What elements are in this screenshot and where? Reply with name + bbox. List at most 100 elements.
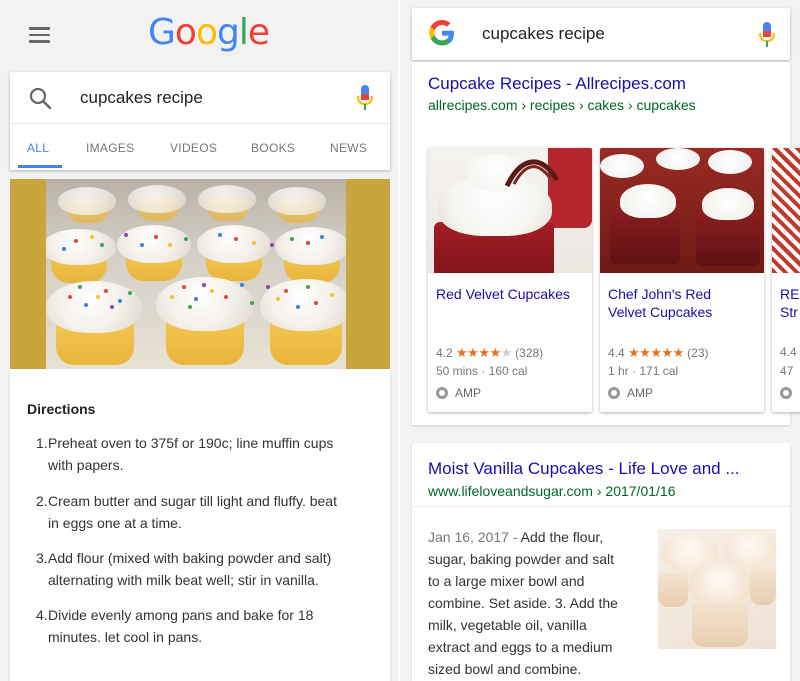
tab-books[interactable]: BOOKS (251, 141, 295, 155)
result-url[interactable]: allrecipes.com › recipes › cakes › cupca… (428, 97, 696, 113)
logo-letter: e (247, 12, 270, 53)
recipe-image-red-velvet (428, 148, 592, 273)
result-title-link[interactable]: Cupcake Recipes - Allrecipes.com (428, 74, 686, 94)
google-logo[interactable]: Google (148, 12, 270, 53)
active-tab-indicator (18, 165, 62, 168)
recipe-image-partial (772, 148, 800, 273)
recipe-title-line: Chef John's Red (608, 286, 712, 302)
divider (412, 506, 790, 507)
recipe-card-title[interactable]: RE Str (780, 285, 800, 321)
direction-step: 2. Cream butter and sugar till light and… (36, 490, 381, 534)
snippet-line: Add the flour, (520, 529, 604, 545)
recipe-card-title[interactable]: Chef John's Red Velvet Cupcakes (608, 285, 758, 321)
amp-badge: AMP (436, 386, 481, 400)
step-text: minutes. let cool in pans. (48, 629, 203, 645)
direction-step: 3. Add flour (mixed with baking powder a… (36, 547, 381, 591)
tab-all[interactable]: ALL (27, 141, 49, 155)
step-number: 1. (36, 435, 48, 451)
direction-step: 1. Preheat oven to 375f or 190c; line mu… (36, 432, 381, 476)
review-count: (328) (515, 346, 544, 360)
top-bar: Google (0, 0, 398, 70)
star-rating-icon: ★★★★★ (628, 345, 684, 360)
amp-badge (780, 386, 799, 400)
recipe-rating: 4.2 ★★★★★ (328) (436, 345, 543, 361)
recipe-title-line: Str (780, 304, 798, 320)
search-box[interactable]: cupcakes recipe (10, 72, 390, 124)
search-input[interactable]: cupcakes recipe (80, 88, 203, 108)
snippet-line: combine. Set aside. 3. Add the (428, 595, 618, 611)
star-rating-icon: ★★★★ (456, 345, 501, 360)
step-text: Cream butter and sugar till light and fl… (48, 493, 337, 509)
step-text: Preheat oven to 375f or 190c; line muffi… (48, 435, 334, 451)
recipe-title-line: RE (780, 286, 800, 302)
hamburger-menu-icon[interactable] (29, 27, 50, 43)
amp-bolt-icon (436, 387, 448, 399)
result-snippet: Jan 16, 2017 - Add the flour, sugar, bak… (428, 526, 648, 680)
snippet-line: sugar, baking powder and salt (428, 551, 615, 567)
recipe-rating: 4.4 (780, 345, 797, 359)
recipe-card[interactable]: Red Velvet Cupcakes 4.2 ★★★★★ (328) 50 m… (428, 148, 592, 412)
snippet-line: sized bowl and combine. (428, 661, 582, 677)
direction-step: 4. Divide evenly among pans and bake for… (36, 604, 381, 648)
recipe-meta: 50 mins · 160 cal (436, 364, 528, 378)
step-number: 4. (36, 607, 48, 623)
star-empty-icon: ★ (500, 345, 513, 360)
step-text: alternating with milk beat well; stir in… (48, 572, 319, 588)
logo-letter: o (174, 12, 197, 53)
tab-images[interactable]: IMAGES (86, 141, 134, 155)
step-text: Divide evenly among pans and bake for 18 (48, 607, 314, 623)
recipe-hero-image[interactable] (10, 179, 390, 369)
tab-videos[interactable]: VIDEOS (170, 141, 217, 155)
step-text: in eggs one at a time. (48, 515, 182, 531)
amp-badge: AMP (608, 386, 653, 400)
result-url[interactable]: www.lifeloveandsugar.com › 2017/01/16 (428, 483, 675, 499)
recipe-title-line: Red Velvet Cupcakes (436, 286, 570, 302)
snippet-line: to a large mixer bowl and (428, 573, 585, 589)
recipe-meta: 1 hr · 171 cal (608, 364, 679, 378)
microphone-icon[interactable] (356, 85, 374, 111)
recipe-rating: 4.4 ★★★★★ (23) (608, 345, 709, 361)
snippet-date: Jan 16, 2017 - (428, 529, 518, 545)
left-phone-screen: Google cupcakes recipe ALL IMAGES VIDEOS… (0, 0, 398, 681)
recipe-meta: 47 (780, 364, 794, 378)
step-number: 2. (36, 493, 48, 509)
amp-bolt-icon (780, 387, 792, 399)
search-box[interactable]: cupcakes recipe (412, 8, 790, 60)
amp-label: AMP (627, 386, 654, 400)
step-text: with papers. (48, 457, 124, 473)
sprinkles-overlay (62, 233, 334, 309)
vanilla-cupcakes-thumbnail[interactable] (658, 529, 776, 649)
rating-value: 4.2 (436, 346, 453, 360)
search-card: cupcakes recipe ALL IMAGES VIDEOS BOOKS … (10, 72, 390, 170)
search-result-allrecipes: Cupcake Recipes - Allrecipes.com allreci… (412, 62, 800, 425)
logo-letter: l (238, 12, 249, 53)
recipe-card[interactable]: RE Str 4.4 47 (772, 148, 800, 412)
result-title-link[interactable]: Moist Vanilla Cupcakes - Life Love and .… (428, 459, 740, 479)
recipe-card-title[interactable]: Red Velvet Cupcakes (436, 285, 586, 303)
search-tabs: ALL IMAGES VIDEOS BOOKS NEWS (10, 124, 390, 170)
recipe-card[interactable]: Chef John's Red Velvet Cupcakes 4.4 ★★★★… (600, 148, 764, 412)
amp-label: AMP (455, 386, 482, 400)
recipe-image-chef-john (600, 148, 764, 273)
step-text: Add flour (mixed with baking powder and … (48, 550, 332, 566)
search-icon[interactable] (28, 86, 52, 110)
snippet-line: extract and eggs to a medium (428, 639, 613, 655)
cupcakes-photo (46, 179, 346, 369)
amp-bolt-icon (608, 387, 620, 399)
tab-news[interactable]: NEWS (330, 141, 367, 155)
directions-card: Directions 1. Preheat oven to 375f or 19… (10, 369, 390, 681)
logo-letter: o (195, 12, 218, 53)
right-phone-screen: cupcakes recipe Cupcake Recipes - Allrec… (398, 0, 800, 681)
microphone-icon[interactable] (758, 22, 776, 48)
rating-value: 4.4 (608, 346, 625, 360)
recipe-title-line: Velvet Cupcakes (608, 304, 713, 320)
logo-letter: G (148, 12, 176, 53)
rating-value: 4.4 (780, 345, 797, 359)
directions-title: Directions (27, 401, 96, 417)
search-input[interactable]: cupcakes recipe (482, 24, 605, 44)
review-count: (23) (687, 346, 709, 360)
logo-letter: g (216, 12, 240, 53)
step-number: 3. (36, 550, 48, 566)
google-g-icon[interactable] (428, 18, 456, 55)
snippet-line: milk, vegetable oil, vanilla (428, 617, 587, 633)
